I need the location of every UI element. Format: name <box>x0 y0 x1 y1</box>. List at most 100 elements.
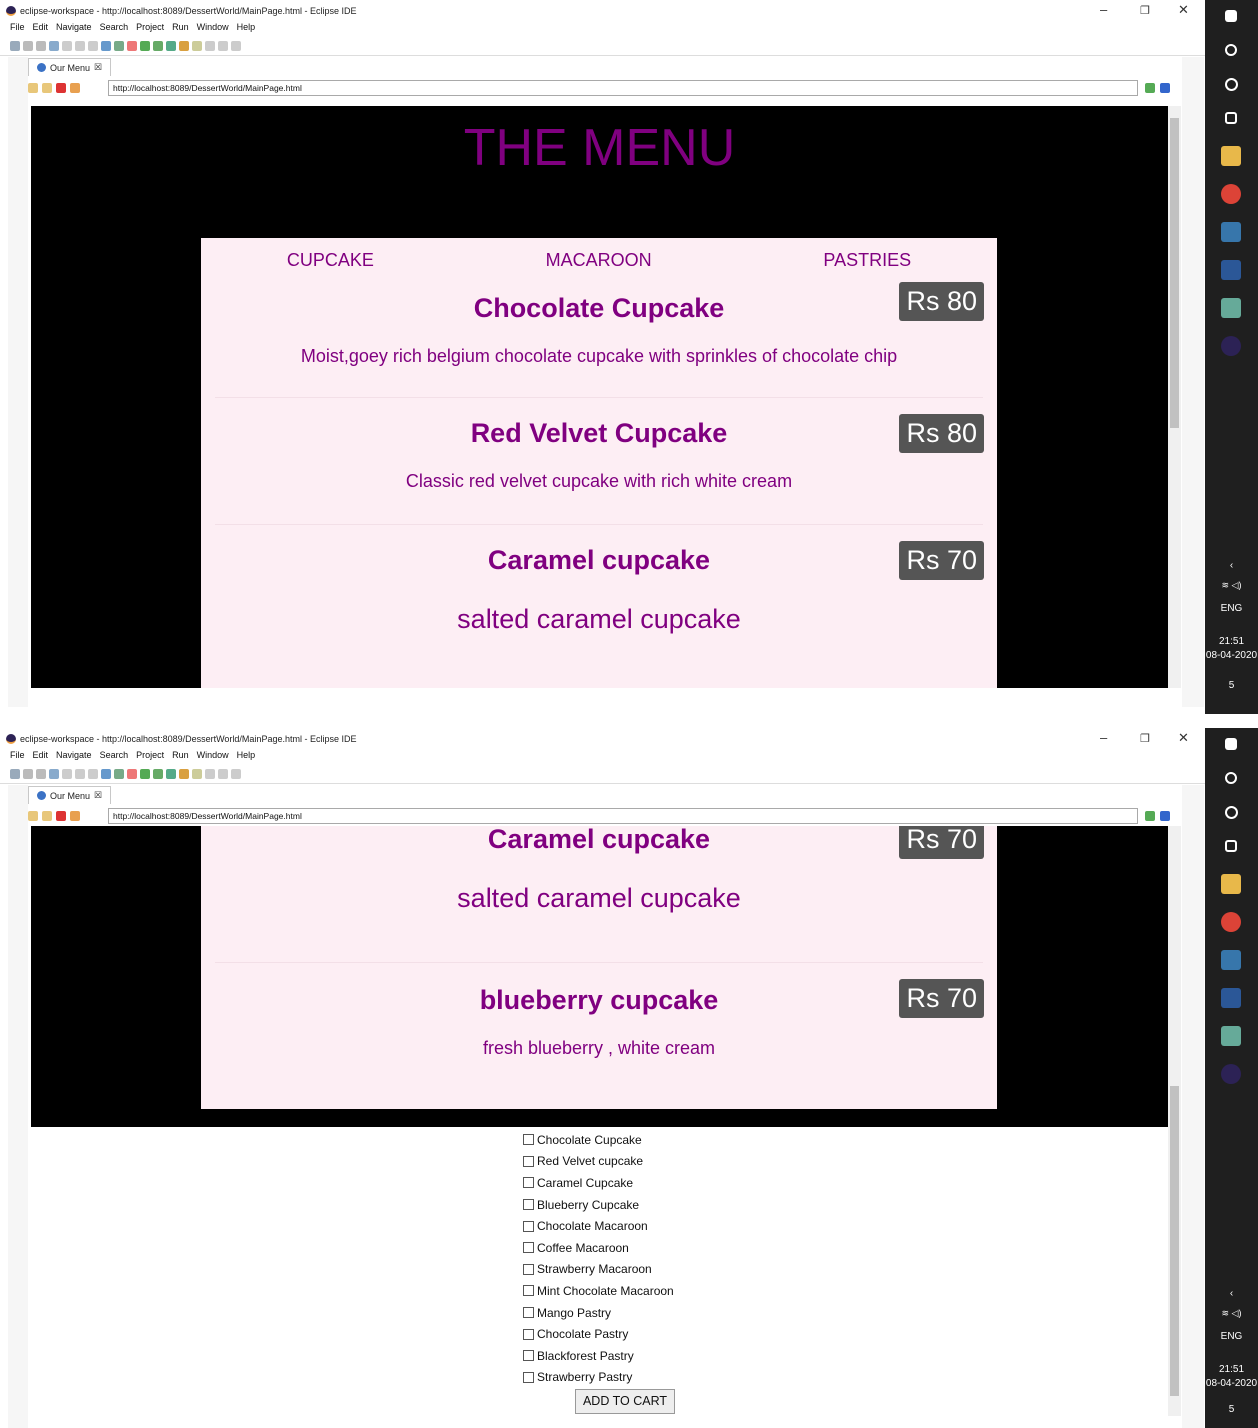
debug-icon[interactable] <box>49 768 59 779</box>
suspend-icon[interactable] <box>75 768 85 779</box>
resume-icon[interactable] <box>62 768 72 779</box>
show-hidden-icon[interactable]: ‹ <box>1205 560 1258 571</box>
checkbox[interactable] <box>523 1177 534 1189</box>
show-hidden-icon[interactable]: ‹ <box>1205 1288 1258 1299</box>
checkbox-label[interactable]: Chocolate Pastry <box>537 1327 628 1341</box>
tab-close-icon[interactable]: ☒ <box>94 62 102 73</box>
checkbox-label[interactable]: Caramel Cupcake <box>537 1176 633 1190</box>
eclipse-icon[interactable] <box>1221 1064 1241 1084</box>
checkbox-row[interactable]: Blackforest Pastry <box>31 1345 1168 1367</box>
external-tools-icon[interactable] <box>166 768 176 779</box>
back-icon[interactable] <box>218 768 228 779</box>
task-view-icon[interactable] <box>1225 112 1237 124</box>
menu-run[interactable]: Run <box>172 22 189 36</box>
refresh-icon[interactable] <box>70 811 80 821</box>
tab-our-menu[interactable]: Our Menu ☒ <box>28 58 112 76</box>
checkbox-label[interactable]: Chocolate Cupcake <box>537 1133 642 1147</box>
checkbox-row[interactable]: Mint Chocolate Macaroon <box>31 1280 1168 1302</box>
menu-run[interactable]: Run <box>172 750 189 764</box>
url-field[interactable]: http://localhost:8089/DessertWorld/MainP… <box>108 808 1138 824</box>
web-browser-icon[interactable] <box>127 768 137 779</box>
minimize-button[interactable]: – <box>1100 730 1107 745</box>
eclipse-icon[interactable] <box>1221 336 1241 356</box>
save-icon[interactable] <box>23 40 33 51</box>
cortana-icon[interactable] <box>1225 78 1238 91</box>
minimize-button[interactable]: – <box>1100 2 1107 17</box>
open-task-icon[interactable] <box>101 40 111 51</box>
checkbox[interactable] <box>523 1199 534 1211</box>
run-icon[interactable] <box>140 40 150 51</box>
clock-date[interactable]: 08-04-2020 <box>1205 650 1258 661</box>
new-class-icon[interactable] <box>114 40 124 51</box>
menu-navigate[interactable]: Navigate <box>56 750 92 764</box>
maximize-button[interactable]: ❐ <box>1140 4 1150 17</box>
checkbox-label[interactable]: Chocolate Macaroon <box>537 1219 648 1233</box>
stop-icon[interactable] <box>56 811 66 821</box>
search-icon[interactable] <box>1225 772 1237 784</box>
url-field[interactable]: http://localhost:8089/DessertWorld/MainP… <box>108 80 1138 96</box>
menu-search[interactable]: Search <box>100 750 129 764</box>
menu-project[interactable]: Project <box>136 750 164 764</box>
suspend-icon[interactable] <box>75 40 85 51</box>
browser-menu-icon[interactable] <box>1160 83 1170 93</box>
run-last-icon[interactable] <box>153 768 163 779</box>
checkbox-label[interactable]: Mint Chocolate Macaroon <box>537 1284 674 1298</box>
clock-time[interactable]: 21:51 <box>1205 1364 1258 1375</box>
save-icon[interactable] <box>23 768 33 779</box>
back-arrow-icon[interactable] <box>28 83 38 93</box>
task-view-icon[interactable] <box>1225 840 1237 852</box>
new-class-icon[interactable] <box>114 768 124 779</box>
python-icon[interactable] <box>1221 222 1241 242</box>
close-button[interactable]: ✕ <box>1178 730 1189 746</box>
back-icon[interactable] <box>218 40 228 51</box>
category-pastries[interactable]: PASTRIES <box>823 250 911 271</box>
next-annotation-icon[interactable] <box>205 768 215 779</box>
checkbox-label[interactable]: Red Velvet cupcake <box>537 1154 643 1168</box>
next-annotation-icon[interactable] <box>205 40 215 51</box>
tab-our-menu[interactable]: Our Menu ☒ <box>28 786 112 804</box>
checkbox-row[interactable]: Strawberry Macaroon <box>31 1259 1168 1281</box>
close-button[interactable]: ✕ <box>1178 2 1189 18</box>
forward-arrow-icon[interactable] <box>42 83 52 93</box>
checkbox-label[interactable]: Blackforest Pastry <box>537 1349 634 1363</box>
menu-window[interactable]: Window <box>197 22 229 36</box>
checkbox-row[interactable]: Red Velvet cupcake <box>31 1151 1168 1173</box>
open-folder-icon[interactable] <box>179 768 189 779</box>
menu-navigate[interactable]: Navigate <box>56 22 92 36</box>
menu-help[interactable]: Help <box>237 22 256 36</box>
checkbox-label[interactable]: Strawberry Pastry <box>537 1370 632 1384</box>
checkbox[interactable] <box>523 1220 534 1232</box>
forward-arrow-icon[interactable] <box>42 811 52 821</box>
go-icon[interactable] <box>1145 83 1155 93</box>
save-all-icon[interactable] <box>36 768 46 779</box>
checkbox-label[interactable]: Strawberry Macaroon <box>537 1262 652 1276</box>
checkbox-row[interactable]: Strawberry Pastry <box>31 1367 1168 1389</box>
network-volume-icon[interactable]: ≋ ◁) <box>1205 580 1258 591</box>
browser-menu-icon[interactable] <box>1160 811 1170 821</box>
word-icon[interactable] <box>1221 260 1241 280</box>
run-last-icon[interactable] <box>153 40 163 51</box>
windows-icon[interactable] <box>1225 738 1237 750</box>
checkbox-row[interactable]: Mango Pastry <box>31 1302 1168 1324</box>
notification-badge[interactable]: 5 <box>1205 1404 1258 1415</box>
checkbox-row[interactable]: Chocolate Macaroon <box>31 1215 1168 1237</box>
network-volume-icon[interactable]: ≋ ◁) <box>1205 1308 1258 1319</box>
search-icon[interactable] <box>1225 44 1237 56</box>
python-icon[interactable] <box>1221 950 1241 970</box>
menu-edit[interactable]: Edit <box>33 750 49 764</box>
scrollbar-thumb[interactable] <box>1170 118 1179 428</box>
menu-window[interactable]: Window <box>197 750 229 764</box>
cortana-icon[interactable] <box>1225 806 1238 819</box>
checkbox[interactable] <box>523 1263 534 1275</box>
new-icon[interactable] <box>10 40 20 51</box>
web-browser-icon[interactable] <box>127 40 137 51</box>
stop-icon[interactable] <box>56 83 66 93</box>
add-to-cart-button[interactable]: ADD TO CART <box>575 1389 675 1414</box>
notepad-icon[interactable] <box>1221 1026 1241 1046</box>
pin-icon[interactable] <box>192 768 202 779</box>
checkbox[interactable] <box>523 1307 534 1319</box>
clock-date[interactable]: 08-04-2020 <box>1205 1378 1258 1389</box>
checkbox-row[interactable]: Coffee Macaroon <box>31 1237 1168 1259</box>
resume-icon[interactable] <box>62 40 72 51</box>
windows-icon[interactable] <box>1225 10 1237 22</box>
